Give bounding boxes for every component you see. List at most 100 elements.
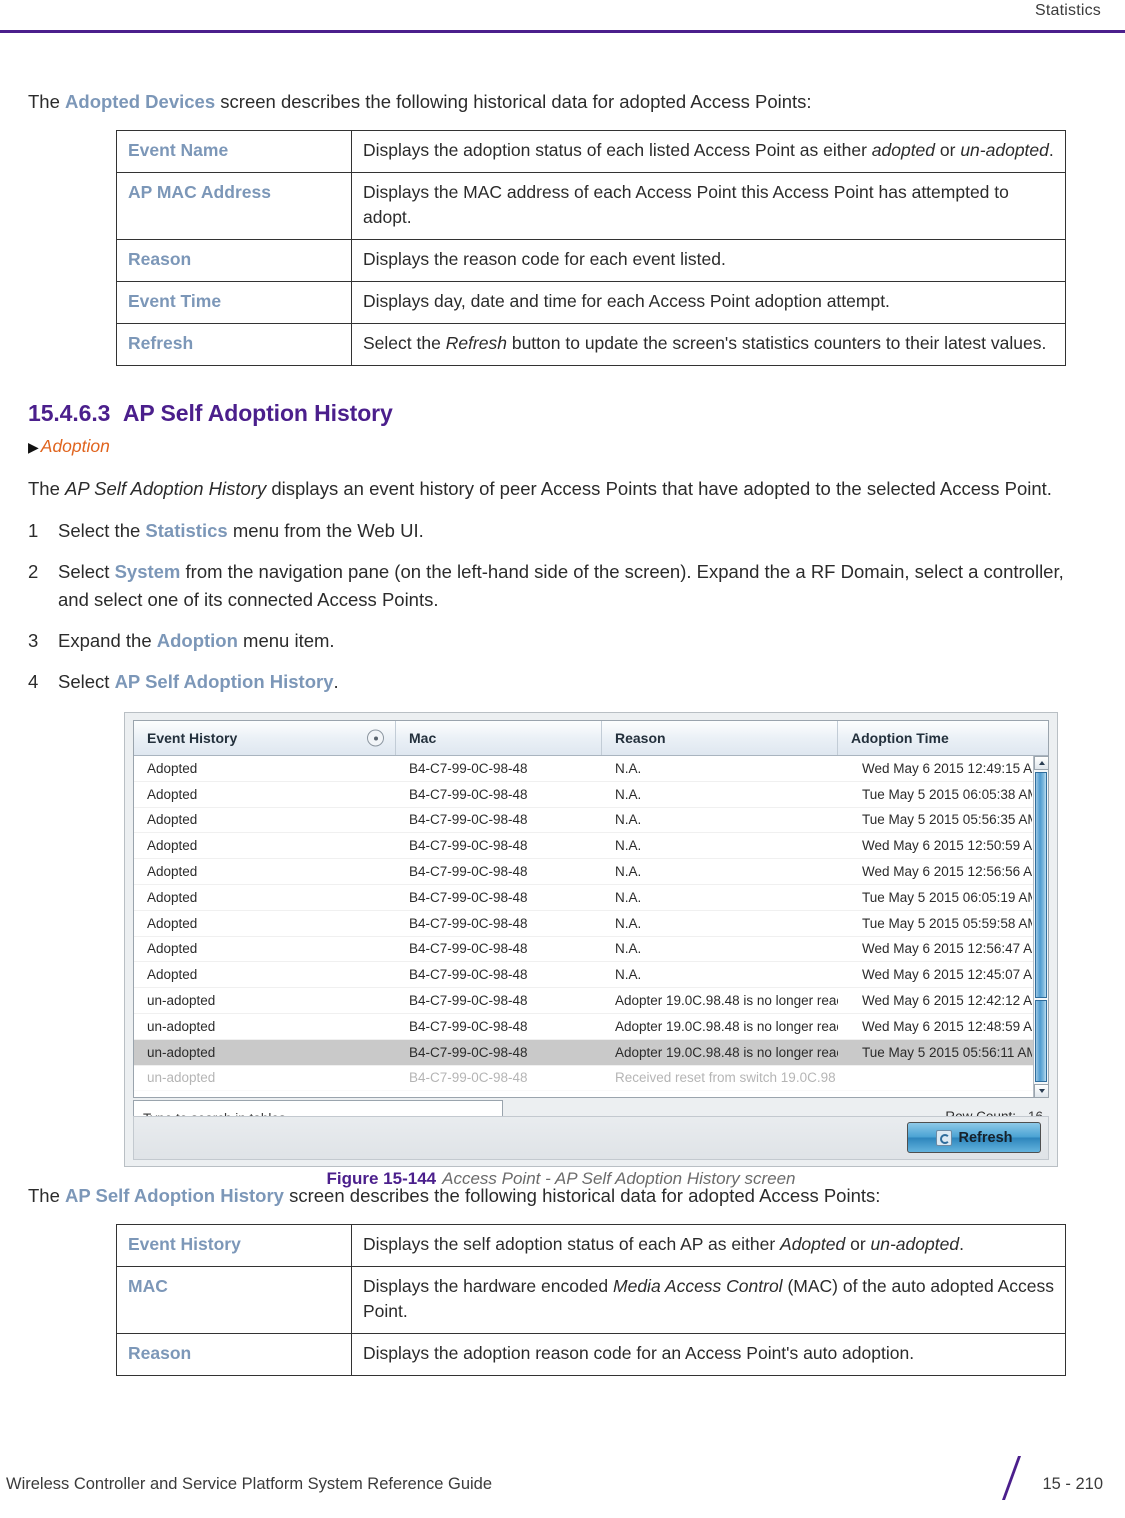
button-bar: Refresh xyxy=(133,1116,1049,1160)
step-pre: Select xyxy=(58,561,115,582)
desc-italic: Refresh xyxy=(445,333,507,353)
table-row: Event History Displays the self adoption… xyxy=(116,1224,1066,1267)
intro-paragraph: The Adopted Devices screen describes the… xyxy=(28,88,1094,116)
cell-mac: B4-C7-99-0C-98-48 xyxy=(409,864,528,880)
cell-event-history: Adopted xyxy=(147,760,198,776)
cell-reason: N.A. xyxy=(615,889,642,905)
term-cell: Event History xyxy=(116,1224,352,1267)
breadcrumb-label: Adoption xyxy=(40,436,110,456)
desc-part: Select the xyxy=(363,333,446,353)
table-row[interactable]: Adopted B4-C7-99-0C-98-48 N.A. Wed May 6… xyxy=(134,937,1048,963)
table-row[interactable]: un-adopted B4-C7-99-0C-98-48 Received re… xyxy=(134,1066,1048,1092)
cell-event-history: Adopted xyxy=(147,838,198,854)
vertical-scrollbar[interactable] xyxy=(1033,756,1048,1097)
figure-caption-text: Access Point - AP Self Adoption History … xyxy=(442,1169,796,1188)
table-row[interactable]: Adopted B4-C7-99-0C-98-48 N.A. Wed May 6… xyxy=(134,756,1048,782)
scroll-up-icon[interactable] xyxy=(1034,756,1048,770)
column-header-event-history[interactable]: Event History xyxy=(134,721,396,755)
column-header-mac[interactable]: Mac xyxy=(396,721,602,755)
steps-list: 1 Select the Statistics menu from the Web… xyxy=(28,517,1094,696)
intro-bold-term: Adopted Devices xyxy=(65,91,216,112)
cell-reason: N.A. xyxy=(615,941,642,957)
cell-adoption-time: Wed May 6 2015 12:45:07 AM xyxy=(862,967,1032,983)
scrollbar-thumb[interactable] xyxy=(1035,772,1047,998)
step-bold: System xyxy=(114,561,181,582)
table-row[interactable]: Adopted B4-C7-99-0C-98-48 N.A. Wed May 6… xyxy=(134,833,1048,860)
desc-part: Displays the self adoption status of eac… xyxy=(363,1234,781,1254)
desc-italic: Adopted xyxy=(780,1234,846,1254)
sort-indicator-icon[interactable] xyxy=(367,729,384,747)
cell-reason: N.A. xyxy=(615,864,642,880)
cell-event-history: Adopted xyxy=(147,889,198,905)
cell-adoption-time: Wed May 6 2015 12:56:56 AM xyxy=(862,864,1032,880)
table-row[interactable]: Adopted B4-C7-99-0C-98-48 N.A. Wed May 6… xyxy=(134,962,1048,989)
section-intro-paragraph: The AP Self Adoption History displays an… xyxy=(28,475,1094,503)
column-header-adoption-time[interactable]: Adoption Time xyxy=(838,721,1032,755)
table-row[interactable]: un-adopted B4-C7-99-0C-98-48 Adopter 19.… xyxy=(134,1039,1048,1066)
list-item: 1 Select the Statistics menu from the Web… xyxy=(28,517,1094,545)
table-row[interactable]: Adopted B4-C7-99-0C-98-48 N.A. Tue May 5… xyxy=(134,885,1048,911)
page-footer: Wireless Controller and Service Platform… xyxy=(0,1456,1125,1500)
term-cell: Refresh xyxy=(116,323,352,366)
cell-event-history: Adopted xyxy=(147,864,198,880)
table-row: Event Name Displays the adoption status … xyxy=(116,130,1066,173)
desc-italic: un-adopted xyxy=(960,140,1049,160)
table-row[interactable]: Adopted B4-C7-99-0C-98-48 N.A. Tue May 5… xyxy=(134,911,1048,937)
cell-event-history: Adopted xyxy=(147,941,198,957)
cell-mac: B4-C7-99-0C-98-48 xyxy=(409,889,528,905)
cell-mac: B4-C7-99-0C-98-48 xyxy=(409,915,528,931)
sect-intro-prefix: The xyxy=(28,478,66,499)
refresh-button[interactable]: Refresh xyxy=(907,1122,1041,1153)
table-row: Event Time Displays day, date and time f… xyxy=(116,281,1066,324)
sect-intro-italic: AP Self Adoption History xyxy=(65,478,267,499)
triangle-right-icon: ▶ xyxy=(28,439,39,455)
table-row[interactable]: Adopted B4-C7-99-0C-98-48 N.A. Tue May 5… xyxy=(134,782,1048,808)
cell-event-history: Adopted xyxy=(147,812,198,828)
adopted-devices-table: Event Name Displays the adoption status … xyxy=(116,130,1066,366)
cell-adoption-time: Tue May 5 2015 05:56:35 AM xyxy=(862,812,1032,828)
table-row[interactable]: Adopted B4-C7-99-0C-98-48 N.A. Tue May 5… xyxy=(134,808,1048,834)
desc-cell: Displays the reason code for each event … xyxy=(351,239,1066,282)
desc-italic: un-adopted xyxy=(870,1234,960,1254)
desc-cell: Displays the self adoption status of eac… xyxy=(351,1224,1066,1267)
section-number: 15.4.6.3 xyxy=(28,400,111,426)
table-row[interactable]: un-adopted B4-C7-99-0C-98-48 Adopter 19.… xyxy=(134,1014,1048,1040)
list-item: 4 Select AP Self Adoption History. xyxy=(28,668,1094,696)
cell-adoption-time: Wed May 6 2015 12:56:47 AM xyxy=(862,941,1032,957)
desc-part: or xyxy=(845,1234,871,1254)
scroll-down-icon[interactable] xyxy=(1034,1084,1048,1097)
table-row: AP MAC Address Displays the MAC address … xyxy=(116,172,1066,240)
desc-cell: Displays the hardware encoded Media Acce… xyxy=(351,1266,1066,1334)
cell-event-history: un-adopted xyxy=(147,1018,216,1034)
list-item: 3 Expand the Adoption menu item. xyxy=(28,627,1094,655)
cell-adoption-time: Tue May 5 2015 06:05:19 AM xyxy=(862,889,1032,905)
figure-number: Figure 15-144 xyxy=(326,1169,437,1188)
header-rule xyxy=(0,30,1125,33)
step-pre: Expand the xyxy=(58,630,157,651)
desc-part: Displays the hardware encoded xyxy=(363,1276,614,1296)
table-row[interactable]: Adopted B4-C7-99-0C-98-48 N.A. Wed May 6… xyxy=(134,859,1048,885)
cell-event-history: un-adopted xyxy=(147,1070,216,1086)
step-post: . xyxy=(333,671,339,692)
cell-mac: B4-C7-99-0C-98-48 xyxy=(409,993,528,1009)
page-header: Statistics xyxy=(0,0,1125,36)
cell-event-history: Adopted xyxy=(147,967,198,983)
desc-part: or xyxy=(935,140,961,160)
column-header-reason[interactable]: Reason xyxy=(602,721,838,755)
table-row[interactable]: un-adopted B4-C7-99-0C-98-48 Adopter 19.… xyxy=(134,988,1048,1014)
term-cell: Reason xyxy=(116,239,352,282)
table-row: MAC Displays the hardware encoded Media … xyxy=(116,1266,1066,1334)
cell-adoption-time: Tue May 5 2015 05:59:58 AM xyxy=(862,915,1032,931)
intro-prefix: The xyxy=(28,91,66,112)
footer-slash-decoration xyxy=(1001,1456,1022,1500)
scrollbar-track-lower[interactable] xyxy=(1035,1000,1047,1082)
refresh-label: Refresh xyxy=(958,1129,1013,1146)
figure-caption: Figure 15-144 Access Point - AP Self Adop… xyxy=(28,1169,1094,1189)
cell-adoption-time: Wed May 6 2015 12:50:59 AM xyxy=(862,838,1032,854)
sect-intro-suffix: displays an event history of peer Access… xyxy=(266,478,1052,499)
desc-part: Displays day, date and time for each Acc… xyxy=(363,291,890,311)
step-bold: Statistics xyxy=(145,520,228,541)
term-cell: Event Time xyxy=(116,281,352,324)
cell-adoption-time: Wed May 6 2015 12:42:12 AM xyxy=(862,993,1032,1009)
cell-mac: B4-C7-99-0C-98-48 xyxy=(409,760,528,776)
